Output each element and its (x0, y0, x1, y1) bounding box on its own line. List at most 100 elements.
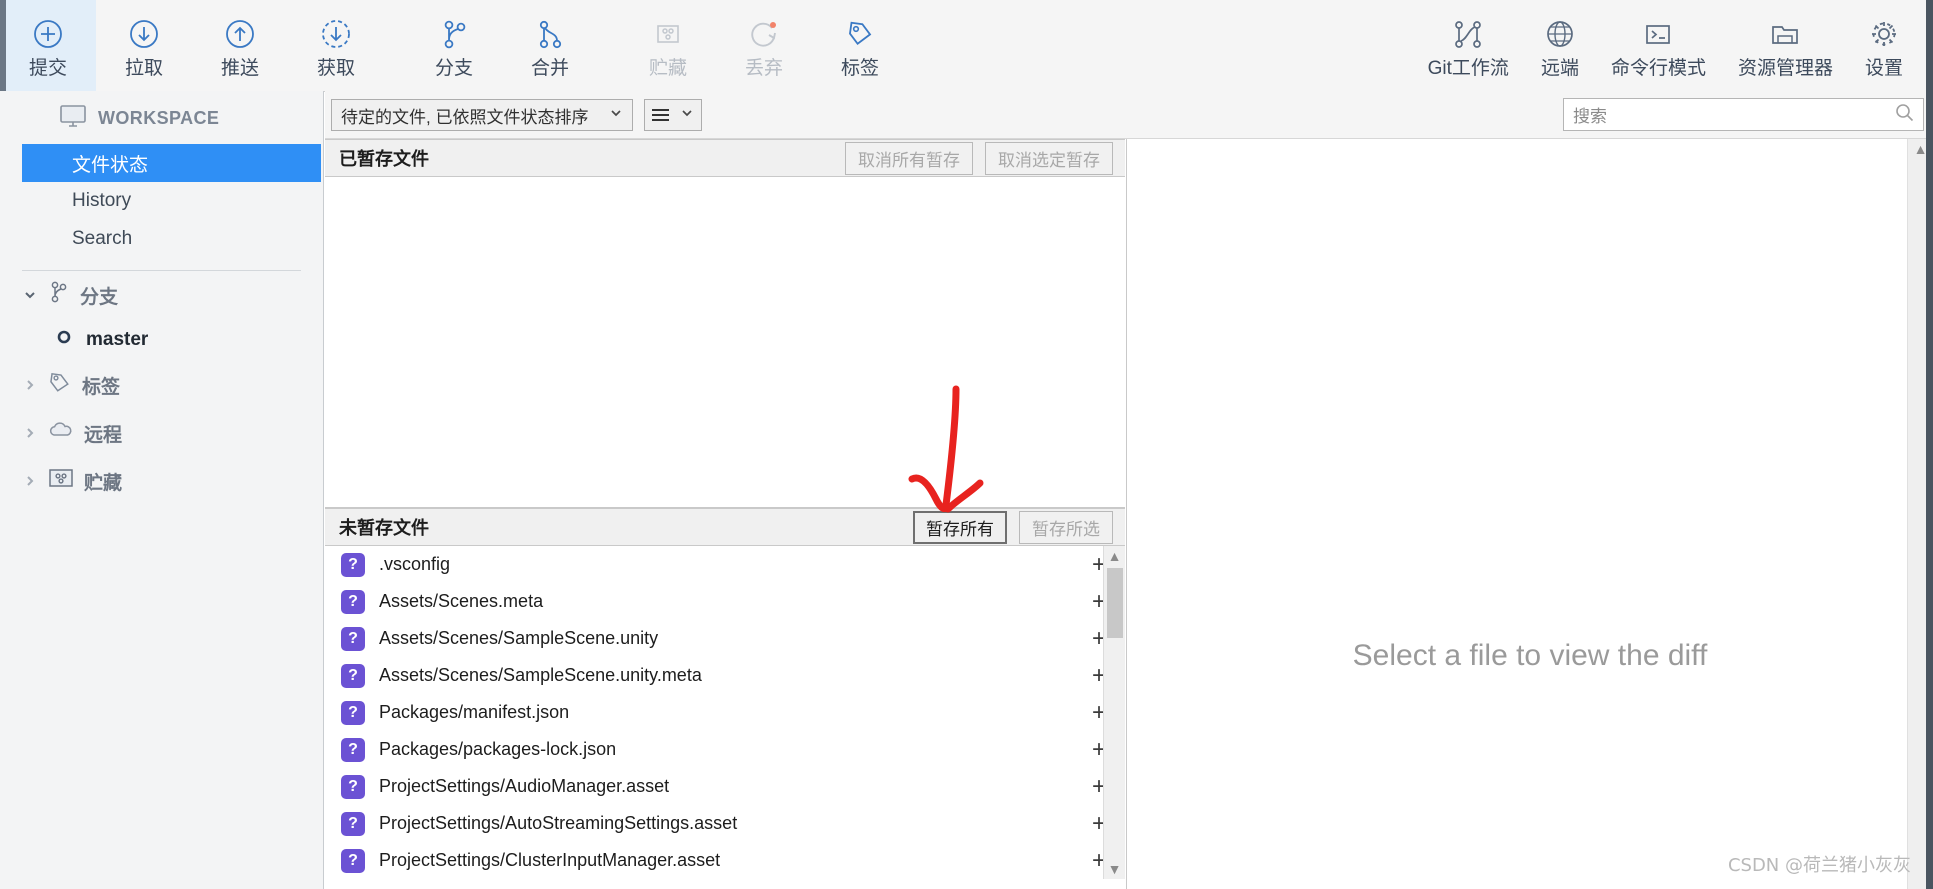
toolbar-label: Git工作流 (1427, 57, 1509, 79)
scroll-up-arrow-icon[interactable]: ▲ (1104, 546, 1125, 566)
file-name: ProjectSettings/AudioManager.asset (379, 776, 670, 796)
sidebar-group-stashes[interactable]: 贮藏 (0, 457, 323, 505)
staged-title: 已暂存文件 (339, 149, 429, 169)
file-list-scrollbar[interactable]: ▲ ▼ (1103, 546, 1125, 879)
csdn-watermark: CSDN @荷兰猪小灰灰 (1727, 855, 1911, 876)
sidebar-group-remotes[interactable]: 远程 (0, 409, 323, 457)
toolbar-button-discard[interactable]: 丢弃 (716, 0, 812, 91)
toolbar-label: 丢弃 (744, 57, 783, 79)
sidebar-item-file-status[interactable]: 文件状态 (22, 144, 321, 182)
toolbar-button-tag[interactable]: 标签 (812, 0, 908, 91)
workspace-label: WORKSPACE (98, 108, 220, 128)
toolbar-button-stash[interactable]: 贮藏 (620, 0, 716, 91)
toolbar-button-fetch[interactable]: 获取 (288, 0, 384, 91)
sidebar-item-label: History (72, 190, 132, 211)
toolbar-label: 设置 (1864, 57, 1903, 79)
toolbar-label: 合并 (530, 57, 569, 79)
chevron-right-icon[interactable] (22, 474, 38, 488)
file-row[interactable]: ? Packages/manifest.json + (325, 694, 1125, 731)
file-name: Assets/Scenes/SampleScene.unity.meta (379, 665, 702, 685)
sidebar-branch-master[interactable]: master (0, 319, 323, 361)
toolbar-button-explorer[interactable]: 资源管理器 (1722, 0, 1849, 91)
file-rows-container: ? .vsconfig +? Assets/Scenes.meta +? Assets/S… (325, 546, 1125, 879)
terminal-icon (1640, 14, 1676, 54)
diff-pane: Select a file to view the diff ▲ (1126, 139, 1933, 889)
staged-actions: 取消所有暂存 取消选定暂存 (845, 141, 1113, 175)
toolbar-button-pull[interactable]: 拉取 (96, 0, 192, 91)
toolbar-button-branch[interactable]: 分支 (406, 0, 502, 91)
file-row[interactable]: ? .vsconfig + (325, 546, 1125, 583)
toolbar-button-remote[interactable]: 远端 (1525, 0, 1595, 91)
unstaged-actions: 暂存所有 暂存所选 (913, 510, 1113, 544)
toolbar-left-group: 提交 拉取 推送 获取 分支 合并 贮藏 丢弃 标签 (0, 0, 908, 91)
file-status-badge: ? (341, 626, 365, 651)
stage-selected-button[interactable]: 暂存所选 (1019, 510, 1113, 544)
chevron-right-icon[interactable] (22, 426, 38, 440)
file-status-badge: ? (341, 848, 365, 873)
file-name: Packages/packages-lock.json (379, 739, 617, 759)
staged-file-list[interactable] (325, 177, 1125, 508)
scroll-down-arrow-icon[interactable]: ▼ (1104, 859, 1125, 879)
list-view-dropdown[interactable] (644, 99, 702, 131)
toolbar-label: 标签 (840, 57, 879, 79)
scrollbar-thumb[interactable] (1107, 568, 1123, 638)
toolbar-button-push[interactable]: 推送 (192, 0, 288, 91)
tag-icon (842, 14, 878, 54)
stage-all-button[interactable]: 暂存所有 (913, 510, 1007, 544)
staged-header: 已暂存文件 取消所有暂存 取消选定暂存 (325, 139, 1125, 177)
unstage-all-button[interactable]: 取消所有暂存 (845, 141, 973, 175)
file-row[interactable]: ? ProjectSettings/AudioManager.asset + (325, 768, 1125, 805)
file-status-badge: ? (341, 700, 365, 725)
commit-plus-circle-icon (30, 14, 66, 54)
sidebar-group-label: 分支 (80, 286, 119, 308)
file-row[interactable]: ? Packages/packages-lock.json + (325, 731, 1125, 768)
gitflow-icon (1450, 14, 1486, 54)
toolbar-button-terminal[interactable]: 命令行模式 (1595, 0, 1722, 91)
file-filter-value: 待定的文件, 已依照文件状态排序 (341, 107, 589, 127)
fetch-dashed-circle-icon (318, 14, 354, 54)
sidebar-item-label: 文件状态 (72, 154, 149, 176)
stash-box-icon (48, 467, 74, 495)
sidebar-group-tags[interactable]: 标签 (0, 361, 323, 409)
gear-icon (1866, 14, 1902, 54)
toolbar-label: 命令行模式 (1610, 57, 1706, 79)
file-row[interactable]: ? ProjectSettings/ClusterInputManager.ass… (325, 842, 1125, 879)
file-row[interactable]: ? Assets/Scenes/SampleScene.unity.meta + (325, 657, 1125, 694)
unstaged-file-list[interactable]: ? .vsconfig +? Assets/Scenes.meta +? Assets/S… (325, 546, 1125, 879)
file-name: Assets/Scenes.meta (379, 591, 544, 611)
toolbar-button-gitflow[interactable]: Git工作流 (1412, 0, 1525, 91)
sidebar-item-search[interactable]: Search (0, 220, 323, 258)
search-input[interactable]: 搜索 (1563, 98, 1924, 131)
chevron-down-icon[interactable] (680, 106, 694, 125)
sidebar-group-label: 标签 (82, 376, 121, 398)
file-row[interactable]: ? Assets/Scenes/SampleScene.unity + (325, 620, 1125, 657)
file-status-badge: ? (341, 663, 365, 688)
chevron-down-icon[interactable] (22, 288, 38, 302)
chevron-right-icon[interactable] (22, 378, 38, 392)
file-row[interactable]: ? ProjectSettings/AutoStreamingSettings.a… (325, 805, 1125, 842)
sidebar-item-history[interactable]: History (0, 182, 323, 220)
search-icon[interactable] (1895, 103, 1914, 127)
diff-empty-message: Select a file to view the diff (1352, 639, 1708, 672)
sidebar-group-branches[interactable]: 分支 (0, 271, 323, 319)
toolbar-button-settings[interactable]: 设置 (1849, 0, 1919, 91)
file-name: Packages/manifest.json (379, 702, 570, 722)
unstaged-header: 未暂存文件 暂存所有 暂存所选 (325, 508, 1125, 546)
file-status-badge: ? (341, 737, 365, 762)
file-status-badge: ? (341, 589, 365, 614)
branch-icon (436, 14, 472, 54)
sidebar-item-label: Search (72, 228, 133, 249)
file-filter-dropdown[interactable]: 待定的文件, 已依照文件状态排序 (331, 99, 633, 131)
file-name: .vsconfig (379, 554, 451, 574)
toolbar-button-commit[interactable]: 提交 (0, 0, 96, 91)
window-left-edge-top (0, 0, 6, 91)
main-toolbar: 提交 拉取 推送 获取 分支 合并 贮藏 丢弃 标签 Git工作流 远端 命令行… (0, 0, 1933, 92)
chevron-down-icon[interactable] (609, 105, 623, 125)
file-row[interactable]: ? Assets/Scenes.meta + (325, 583, 1125, 620)
sidebar-group-label: 远程 (84, 424, 123, 446)
unstage-selected-button[interactable]: 取消选定暂存 (985, 141, 1113, 175)
file-name: ProjectSettings/ClusterInputManager.asse… (379, 850, 721, 870)
stash-box-icon (650, 14, 686, 54)
toolbar-button-merge[interactable]: 合并 (502, 0, 598, 91)
